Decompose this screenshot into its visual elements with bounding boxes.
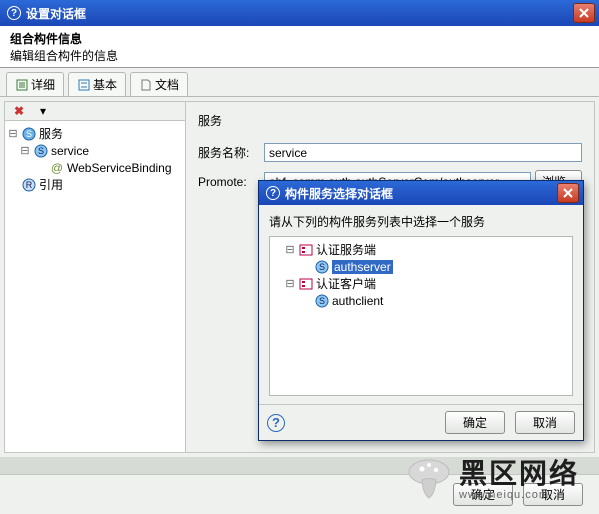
modal-body: 请从下列的构件服务列表中选择一个服务 ⊟ 认证服务端 S authserver …: [259, 205, 583, 404]
reference-icon: R: [22, 178, 36, 192]
service-icon: S: [34, 144, 48, 158]
window-titlebar: ? 设置对话框: [0, 0, 599, 26]
service-icon: S: [315, 260, 329, 274]
modal-dialog: ? 构件服务选择对话框 请从下列的构件服务列表中选择一个服务 ⊟ 认证服务端 S…: [258, 180, 584, 441]
modal-app-icon: ?: [265, 185, 281, 201]
service-name-label: 服务名称:: [198, 144, 260, 161]
service-name-input[interactable]: [264, 143, 582, 162]
window-close-button[interactable]: [573, 3, 595, 23]
basic-icon: [77, 78, 91, 92]
component-icon: [299, 243, 313, 257]
left-toolbar: ✖ ▾: [5, 102, 185, 121]
service-icon: S: [315, 294, 329, 308]
tab-detail[interactable]: 详细: [6, 72, 64, 96]
toolbar-dropdown-icon[interactable]: ▾: [36, 104, 50, 118]
help-icon[interactable]: ?: [267, 414, 285, 432]
close-icon: [562, 187, 574, 199]
modal-tree[interactable]: ⊟ 认证服务端 S authserver ⊟ 认证客户端 S authclien…: [269, 236, 573, 396]
tab-detail-label: 详细: [31, 76, 55, 93]
bottom-bar: 确定 取消: [0, 474, 599, 514]
modal-close-button[interactable]: [557, 183, 579, 203]
svg-text:S: S: [38, 146, 44, 156]
tab-basic-label: 基本: [93, 76, 117, 93]
tree-node-binding[interactable]: @ WebServiceBinding: [7, 159, 183, 176]
component-icon: [299, 277, 313, 291]
tab-doc-label: 文档: [155, 76, 179, 93]
left-pane: ✖ ▾ ⊟ S 服务 ⊟ S service @ WebServiceBindi…: [4, 101, 186, 453]
modal-title: 构件服务选择对话框: [285, 185, 557, 202]
tree-node-reference[interactable]: R 引用: [7, 176, 183, 193]
tree-node-services[interactable]: ⊟ S 服务: [7, 125, 183, 142]
svg-text:S: S: [319, 296, 325, 306]
cancel-button[interactable]: 取消: [523, 483, 583, 506]
modal-instruction: 请从下列的构件服务列表中选择一个服务: [269, 213, 573, 230]
promote-label: Promote:: [198, 175, 260, 189]
header-title: 组合构件信息: [10, 30, 589, 47]
svg-text:S: S: [319, 262, 325, 272]
app-icon: ?: [6, 5, 22, 21]
svg-text:S: S: [26, 129, 32, 139]
svg-text:R: R: [26, 180, 33, 190]
modal-titlebar: ? 构件服务选择对话框: [259, 181, 583, 205]
modal-node-authserver[interactable]: S authserver: [272, 258, 570, 275]
window-title: 设置对话框: [26, 5, 573, 22]
doc-icon: [139, 78, 153, 92]
tree-node-service[interactable]: ⊟ S service: [7, 142, 183, 159]
ok-button[interactable]: 确定: [453, 483, 513, 506]
header-subtitle: 编辑组合构件的信息: [10, 47, 589, 64]
tabbar: 详细 基本 文档: [0, 68, 599, 97]
tab-basic[interactable]: 基本: [68, 72, 126, 96]
header-banner: 组合构件信息 编辑组合构件的信息: [0, 26, 599, 68]
left-tree[interactable]: ⊟ S 服务 ⊟ S service @ WebServiceBinding R…: [5, 121, 185, 452]
modal-node-authclient[interactable]: S authclient: [272, 292, 570, 309]
section-title: 服务: [198, 112, 582, 129]
modal-cancel-button[interactable]: 取消: [515, 411, 575, 434]
modal-node-auth-client[interactable]: ⊟ 认证客户端: [272, 275, 570, 292]
service-group-icon: S: [22, 127, 36, 141]
close-icon: [578, 7, 590, 19]
row-service-name: 服务名称:: [198, 143, 582, 162]
modal-ok-button[interactable]: 确定: [445, 411, 505, 434]
modal-node-auth-server[interactable]: ⊟ 认证服务端: [272, 241, 570, 258]
binding-icon: @: [50, 161, 64, 175]
delete-icon[interactable]: ✖: [12, 104, 26, 118]
modal-footer: ? 确定 取消: [259, 404, 583, 440]
tab-doc[interactable]: 文档: [130, 72, 188, 96]
detail-icon: [15, 78, 29, 92]
